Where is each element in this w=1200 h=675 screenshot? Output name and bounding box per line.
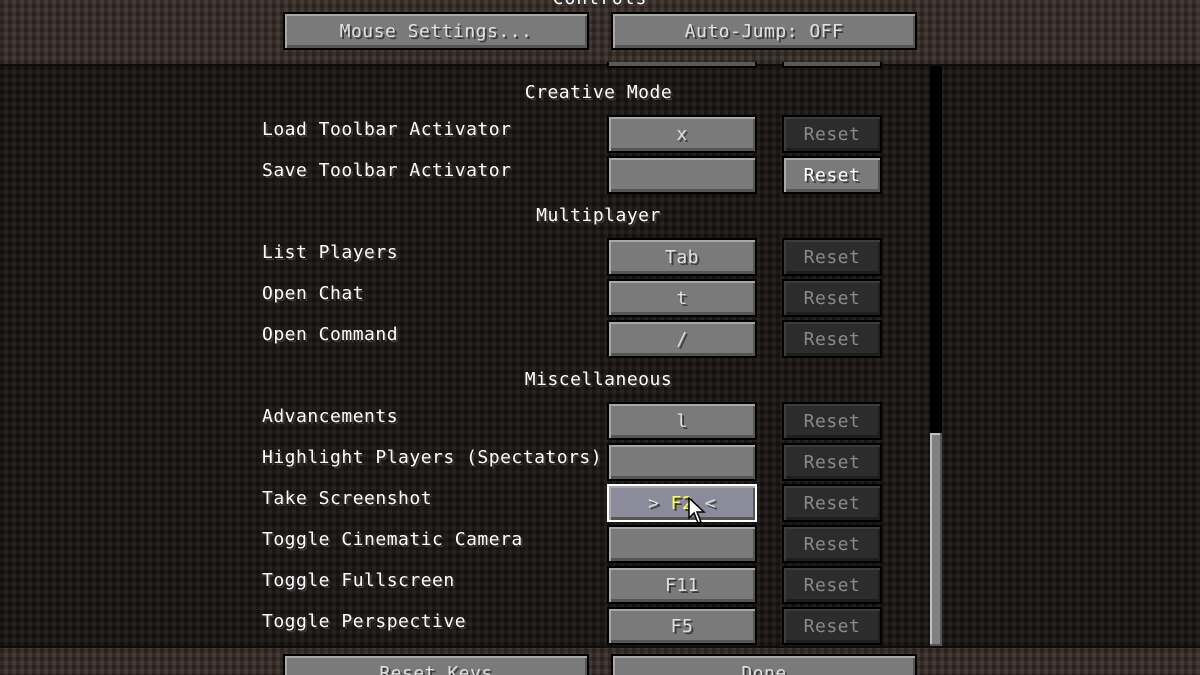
scrollbar-thumb[interactable] bbox=[930, 433, 942, 646]
reset-button-take-screenshot[interactable]: Reset bbox=[782, 484, 882, 522]
auto-jump-button[interactable]: Auto-Jump: OFF bbox=[611, 12, 917, 50]
clipped-key-button bbox=[607, 62, 757, 68]
mouse-settings-button[interactable]: Mouse Settings... bbox=[283, 12, 589, 50]
reset-button-open-chat[interactable]: Reset bbox=[782, 279, 882, 317]
key-button-open-chat[interactable]: t bbox=[607, 279, 757, 317]
reset-button-highlight-players[interactable]: Reset bbox=[782, 443, 882, 481]
category-miscellaneous: Miscellaneous bbox=[524, 369, 673, 390]
binding-label-perspective: Toggle Perspective bbox=[262, 611, 467, 632]
selected-marker-right: < bbox=[704, 492, 717, 514]
key-button-open-command[interactable]: / bbox=[607, 320, 757, 358]
key-button-perspective[interactable]: F5 bbox=[607, 607, 757, 645]
done-button[interactable]: Done bbox=[611, 654, 917, 675]
key-button-save-toolbar[interactable] bbox=[607, 156, 757, 194]
binding-label-take-screenshot: Take Screenshot bbox=[262, 488, 433, 509]
header-panel: Controls Mouse Settings... Auto-Jump: OF… bbox=[0, 0, 1200, 66]
reset-button-open-command[interactable]: Reset bbox=[782, 320, 882, 358]
binding-label-save-toolbar: Save Toolbar Activator bbox=[262, 160, 512, 181]
key-button-highlight-players[interactable] bbox=[607, 443, 757, 481]
reset-button-fullscreen[interactable]: Reset bbox=[782, 566, 882, 604]
reset-button-save-toolbar[interactable]: Reset bbox=[782, 156, 882, 194]
controls-screen: Controls Mouse Settings... Auto-Jump: OF… bbox=[0, 0, 1200, 675]
footer-panel: Reset Keys Done bbox=[0, 646, 1200, 675]
binding-label-open-command: Open Command bbox=[262, 324, 399, 345]
category-creative-mode: Creative Mode bbox=[524, 82, 673, 103]
reset-button-advancements[interactable]: Reset bbox=[782, 402, 882, 440]
key-button-list-players[interactable]: Tab bbox=[607, 238, 757, 276]
key-button-load-toolbar[interactable]: x bbox=[607, 115, 757, 153]
screen-title: Controls bbox=[0, 0, 1200, 9]
binding-label-open-chat: Open Chat bbox=[262, 283, 365, 304]
reset-button-cinematic-camera[interactable]: Reset bbox=[782, 525, 882, 563]
key-button-take-screenshot[interactable]: > F2 < bbox=[607, 484, 757, 522]
key-button-fullscreen[interactable]: F11 bbox=[607, 566, 757, 604]
clipped-reset-button bbox=[782, 62, 882, 68]
mouse-cursor-icon bbox=[688, 497, 706, 524]
keybind-list[interactable] bbox=[0, 66, 1200, 646]
binding-label-load-toolbar: Load Toolbar Activator bbox=[262, 119, 512, 140]
reset-button-load-toolbar[interactable]: Reset bbox=[782, 115, 882, 153]
binding-label-list-players: List Players bbox=[262, 242, 399, 263]
binding-label-advancements: Advancements bbox=[262, 406, 399, 427]
selected-marker-left: > bbox=[647, 492, 660, 514]
key-button-cinematic-camera[interactable] bbox=[607, 525, 757, 563]
binding-label-cinematic-camera: Toggle Cinematic Camera bbox=[262, 529, 523, 550]
reset-button-perspective[interactable]: Reset bbox=[782, 607, 882, 645]
reset-keys-button[interactable]: Reset Keys bbox=[283, 654, 589, 675]
binding-label-fullscreen: Toggle Fullscreen bbox=[262, 570, 455, 591]
binding-label-highlight-players: Highlight Players (Spectators) bbox=[262, 447, 603, 468]
reset-button-list-players[interactable]: Reset bbox=[782, 238, 882, 276]
category-multiplayer: Multiplayer bbox=[536, 205, 661, 226]
key-button-advancements[interactable]: l bbox=[607, 402, 757, 440]
